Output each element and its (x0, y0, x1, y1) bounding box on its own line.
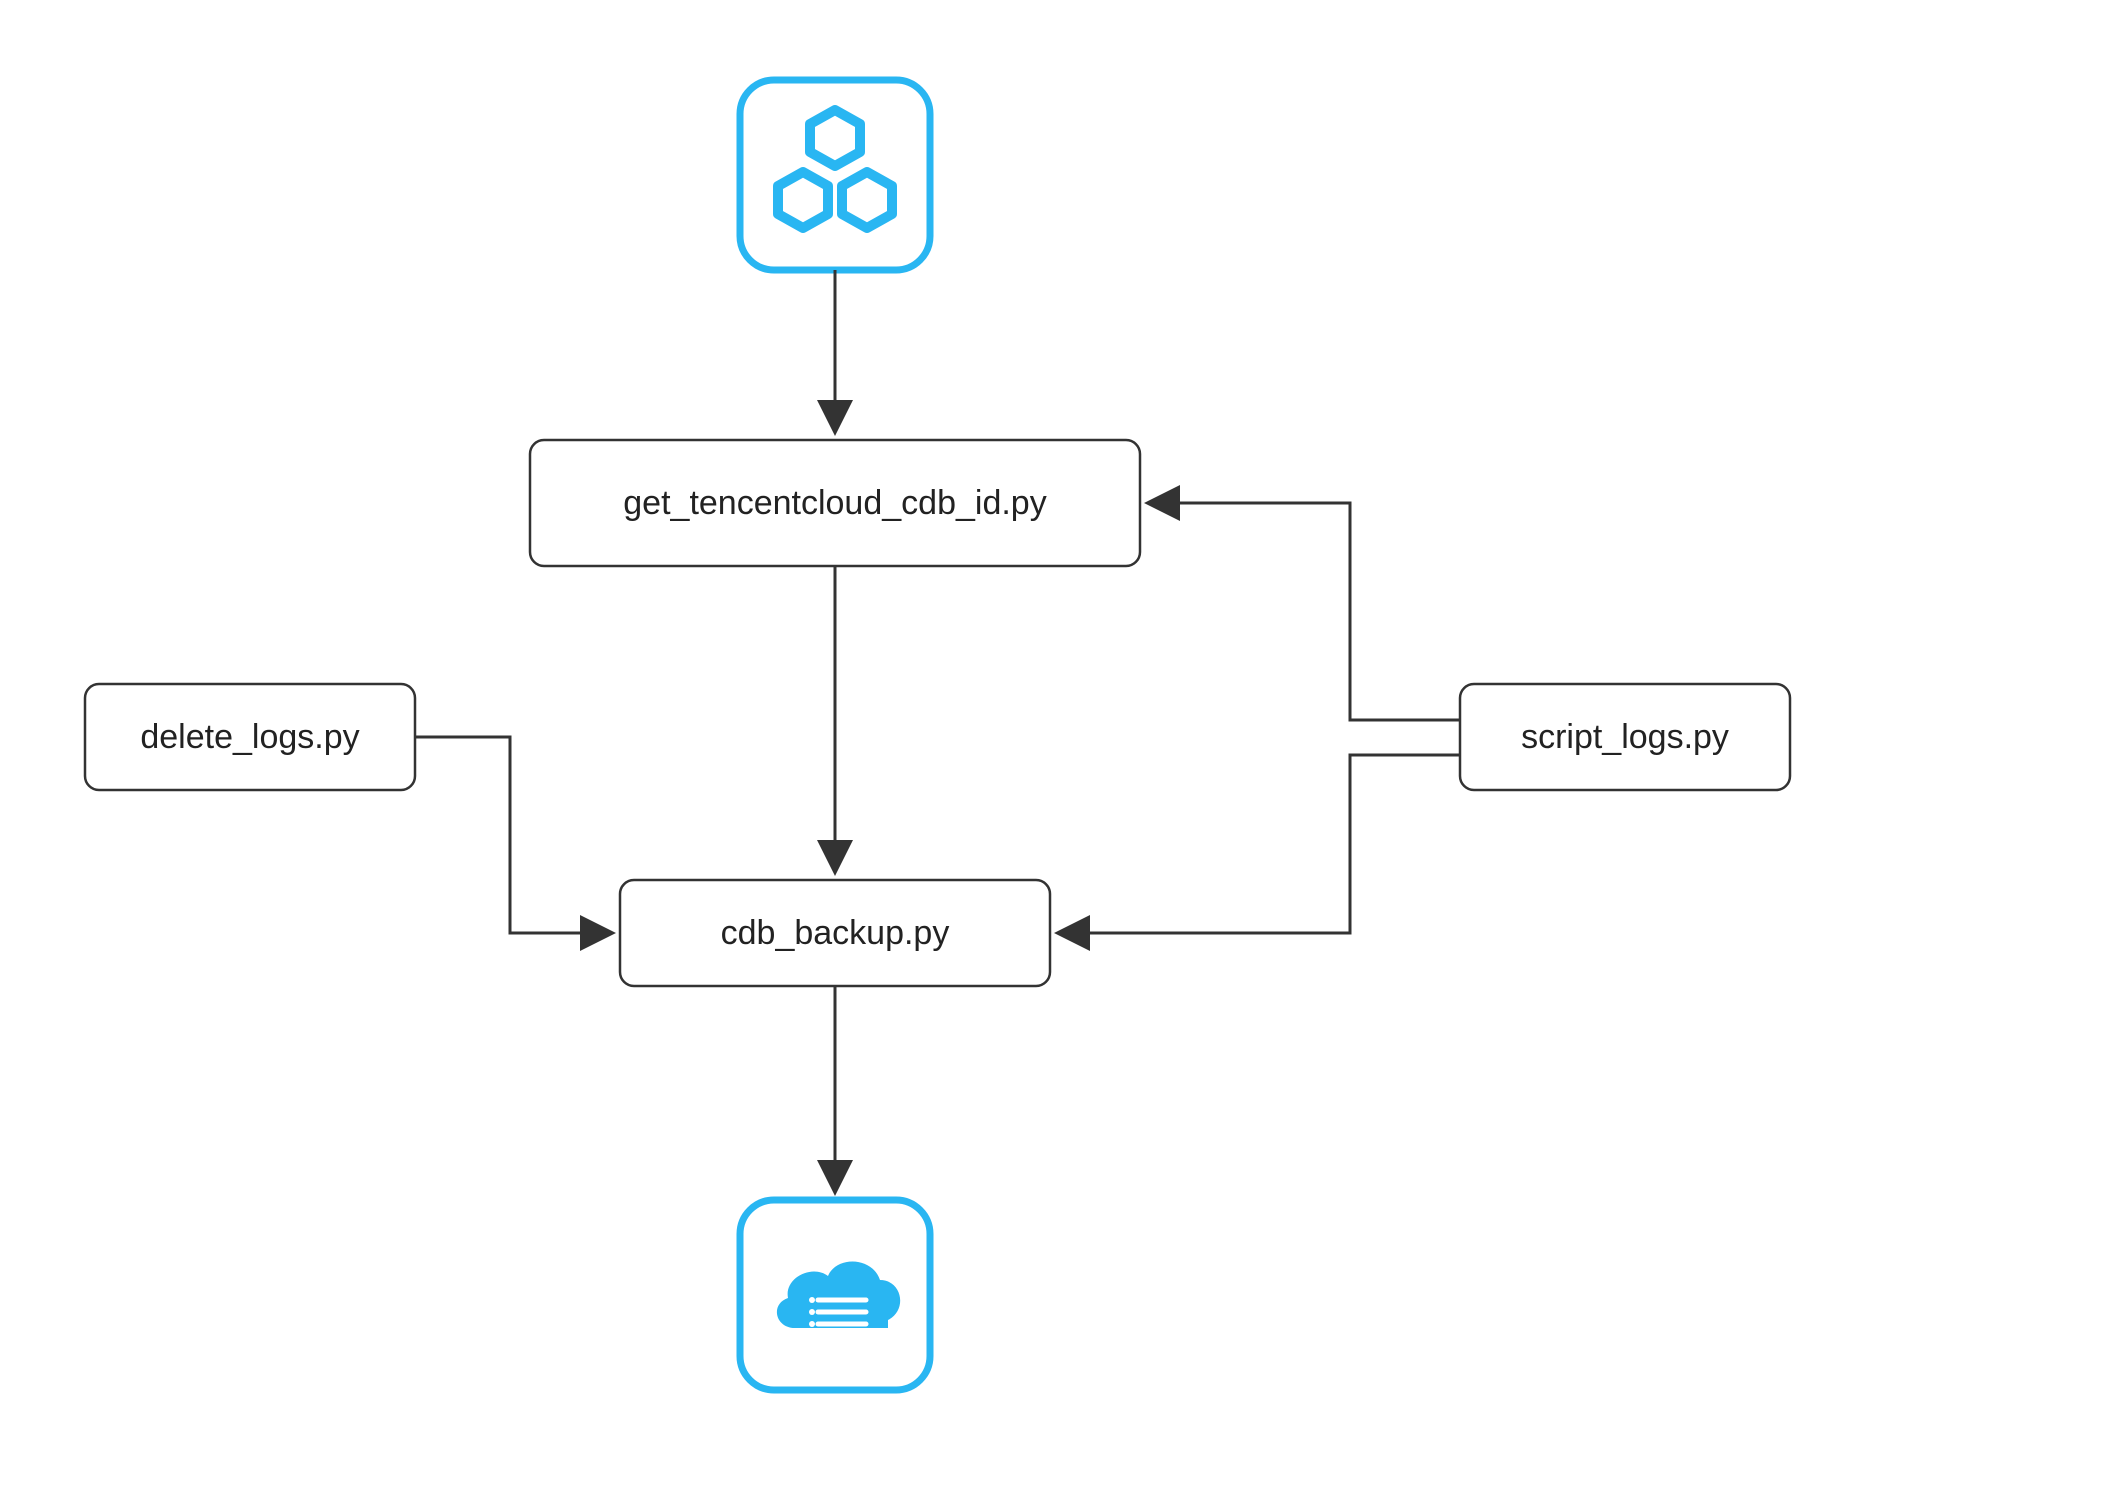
node-get-id-label: get_tencentcloud_cdb_id.py (623, 484, 1046, 522)
edge-script-to-getid (1150, 503, 1460, 720)
node-script-logs-label: script_logs.py (1521, 718, 1729, 756)
edge-script-to-backup (1060, 755, 1460, 933)
node-delete-logs: delete_logs.py (85, 684, 415, 790)
cluster-hex-icon (740, 80, 930, 270)
node-delete-logs-label: delete_logs.py (140, 718, 359, 756)
node-get-id: get_tencentcloud_cdb_id.py (530, 440, 1140, 566)
cloud-db-icon (740, 1200, 930, 1390)
edge-delete-to-backup (415, 737, 610, 933)
node-cdb-backup-label: cdb_backup.py (721, 914, 950, 952)
node-cdb-backup: cdb_backup.py (620, 880, 1050, 986)
node-script-logs: script_logs.py (1460, 684, 1790, 790)
flow-diagram: get_tencentcloud_cdb_id.py delete_logs.p… (0, 0, 2103, 1506)
